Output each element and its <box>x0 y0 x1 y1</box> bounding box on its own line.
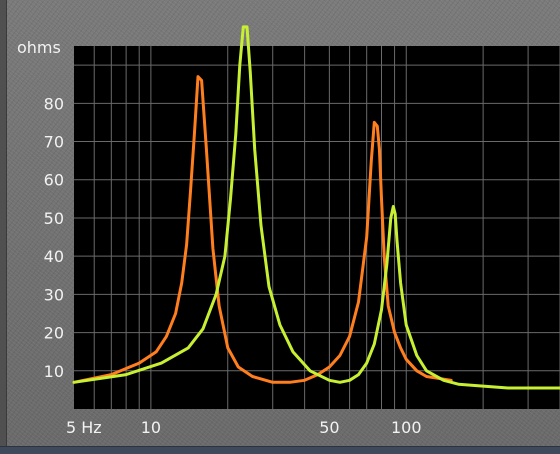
x-tick-label: 50 <box>319 418 339 437</box>
y-tick-label: 30 <box>44 285 64 304</box>
y-tick-label: 40 <box>44 247 64 266</box>
y-tick-label: 50 <box>44 209 64 228</box>
y-axis-ticks: 10 20 30 40 50 60 70 80 <box>44 94 64 380</box>
impedance-chart: 10 20 30 40 50 60 70 80 5 Hz 10 50 100 ohms <box>17 25 560 437</box>
x-tick-label: 5 Hz <box>66 418 102 437</box>
y-tick-label: 10 <box>44 362 64 381</box>
y-tick-label: 70 <box>44 133 64 152</box>
x-tick-label: 10 <box>141 418 161 437</box>
y-tick-label: 60 <box>44 171 64 190</box>
plot-area <box>74 46 560 409</box>
x-tick-label: 100 <box>391 418 422 437</box>
y-tick-label: 20 <box>44 324 64 343</box>
y-axis-unit-label: ohms <box>17 38 61 57</box>
x-axis-ticks: 5 Hz 10 50 100 <box>66 418 422 437</box>
y-tick-label: 80 <box>44 94 64 113</box>
